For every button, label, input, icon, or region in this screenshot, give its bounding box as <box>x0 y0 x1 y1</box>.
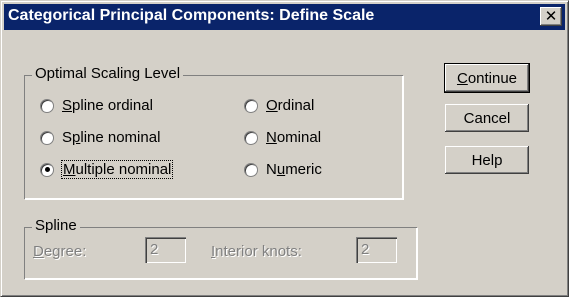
radio-selected-dot <box>44 167 50 172</box>
radio-spline-ordinal[interactable]: Spline ordinal <box>40 97 153 114</box>
cancel-button-label: Cancel <box>463 109 511 127</box>
continue-button-label: Continue <box>456 69 518 87</box>
radio-spline-nominal[interactable]: Spline nominal <box>40 129 160 146</box>
continue-button[interactable]: Continue <box>445 64 529 92</box>
optimal-scaling-level-label: Optimal Scaling Level <box>32 65 184 82</box>
radio-multiple-nominal[interactable]: Multiple nominal <box>40 160 174 179</box>
radio-label-spline-ordinal: Spline ordinal <box>62 97 153 114</box>
radio-label-multiple-nominal: Multiple nominal <box>60 160 174 179</box>
help-button-label: Help <box>471 151 503 169</box>
title-bar[interactable]: Categorical Principal Components: Define… <box>4 4 565 30</box>
spline-group: Spline Degree: 2 Interior knots: 2 <box>24 217 417 279</box>
radio-numeric[interactable]: Numeric <box>244 161 322 178</box>
radio-label-spline-nominal: Spline nominal <box>62 129 161 146</box>
close-button[interactable]: ✕ <box>540 7 562 26</box>
spline-group-label: Spline <box>32 217 80 234</box>
radio-label-nominal: Nominal <box>266 129 322 146</box>
interior-knots-label: Interior knots: <box>211 243 302 260</box>
close-icon: ✕ <box>544 8 558 25</box>
radio-label-numeric: Numeric <box>266 161 322 178</box>
radio-nominal[interactable]: Nominal <box>244 129 321 146</box>
define-scale-dialog: Categorical Principal Components: Define… <box>0 0 569 297</box>
degree-input[interactable]: 2 <box>145 237 186 263</box>
radio-indicator <box>244 162 258 177</box>
dialog-title: Categorical Principal Components: Define… <box>8 7 375 24</box>
radio-indicator <box>244 130 258 145</box>
help-button[interactable]: Help <box>445 146 529 174</box>
radio-indicator <box>244 98 258 113</box>
radio-ordinal[interactable]: Ordinal <box>244 97 314 114</box>
radio-label-ordinal: Ordinal <box>266 97 315 114</box>
radio-indicator <box>40 130 54 145</box>
degree-label: Degree: <box>33 243 87 260</box>
radio-indicator <box>40 98 54 113</box>
radio-indicator-selected <box>40 162 54 177</box>
cancel-button[interactable]: Cancel <box>445 104 529 132</box>
interior-knots-input[interactable]: 2 <box>356 237 397 263</box>
optimal-scaling-level-group: Optimal Scaling Level Spline ordinal Spl… <box>24 65 403 199</box>
